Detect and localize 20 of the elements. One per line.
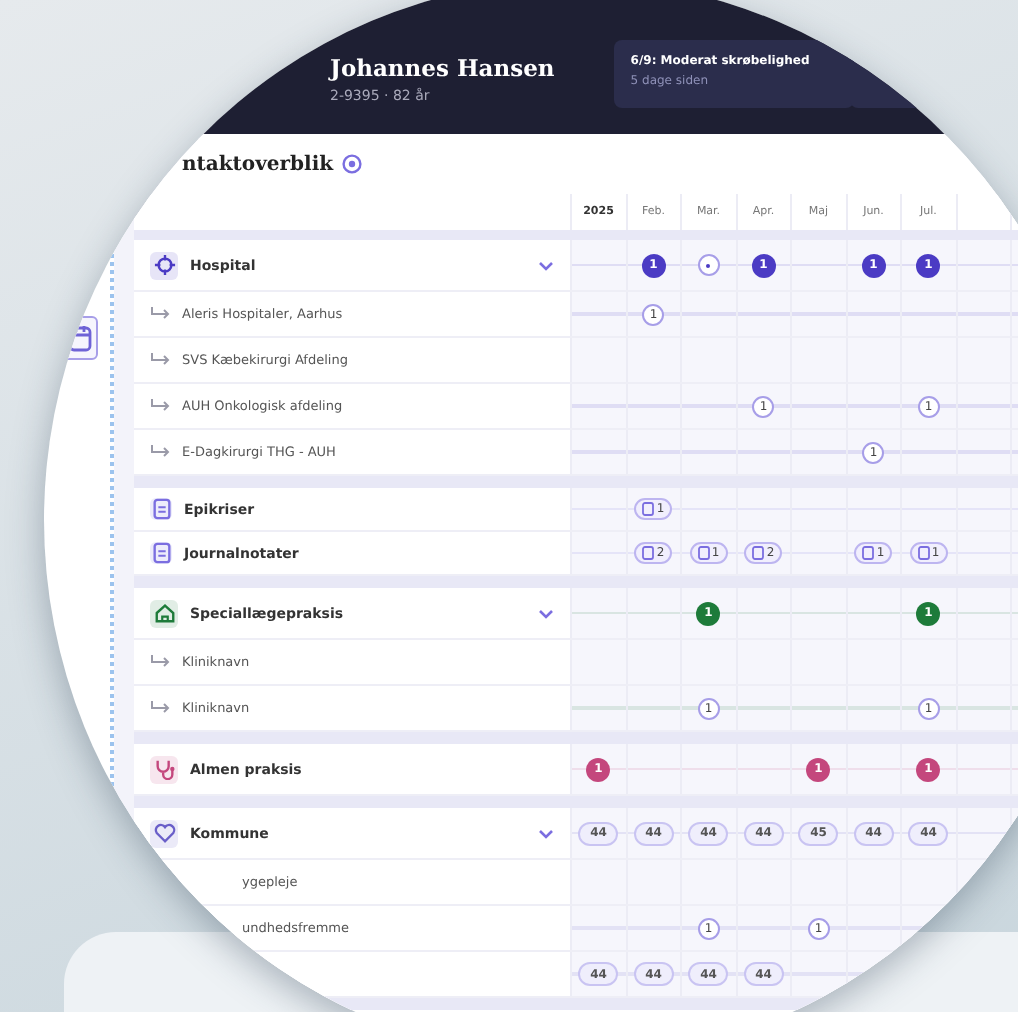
overview-title: ntaktoverblik	[182, 153, 334, 175]
return-arrow-icon	[150, 654, 172, 670]
document-icon	[697, 546, 710, 560]
document-icon	[862, 546, 875, 560]
return-arrow-icon	[150, 306, 172, 322]
document-icon	[917, 546, 930, 560]
return-arrow-icon	[150, 352, 172, 368]
return-arrow-icon	[150, 444, 172, 460]
return-arrow-icon	[150, 398, 172, 414]
dot-marker-icon[interactable]	[697, 254, 720, 276]
document-icon	[752, 546, 765, 560]
chevron-down-icon[interactable]	[538, 827, 554, 839]
calendar-icon	[68, 324, 92, 352]
chevron-down-icon[interactable]	[538, 607, 554, 619]
document-icon	[642, 546, 655, 560]
document-icon	[642, 502, 655, 516]
info-icon[interactable]	[341, 154, 362, 174]
return-arrow-icon	[150, 700, 172, 716]
chevron-down-icon[interactable]	[538, 259, 554, 271]
patient-name: Johannes Hansen	[330, 54, 555, 82]
